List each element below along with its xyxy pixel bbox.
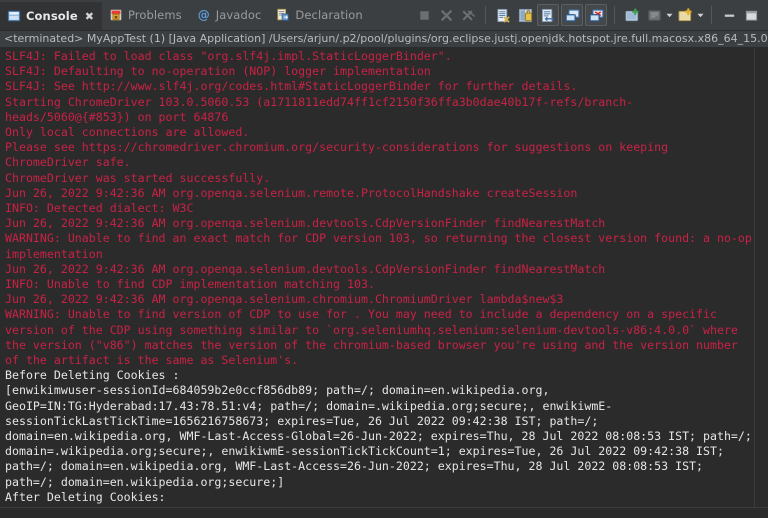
console-line-err: Only local connections are allowed. [5, 125, 250, 140]
remove-all-launches-icon [461, 8, 476, 23]
eclipse-console-view: Console ✖ Problems @ Javadoc Declaration <ter… [0, 0, 768, 518]
toolbar-group [715, 5, 765, 25]
tab-label: Javadoc [215, 8, 262, 22]
scroll-lock-icon [518, 8, 533, 23]
console-line-out: Before Deleting Cookies : [5, 368, 180, 383]
toolbar-separator [711, 6, 712, 24]
open-console-button[interactable] [675, 5, 695, 25]
remove-all-launches-button[interactable] [458, 5, 478, 25]
toolbar-separator [485, 6, 486, 24]
console-line-err: Jun 26, 2022 9:42:36 AM org.openqa.selen… [5, 261, 606, 276]
show-console-stdout-icon [564, 8, 580, 23]
show-console-stderr-icon [588, 8, 604, 23]
console-line-err: ChromeDriver was started successfully. [5, 170, 271, 185]
console-line-err: INFO: Unable to find CDP implementation … [5, 277, 375, 292]
console-line-out: [] [5, 505, 754, 507]
word-wrap-icon [541, 8, 556, 23]
console-icon [7, 9, 21, 23]
console-line-err: Jun 26, 2022 9:42:36 AM org.openqa.selen… [5, 185, 578, 200]
console-line-err: Jun 26, 2022 9:42:36 AM org.openqa.selen… [5, 216, 606, 231]
show-console-out-button[interactable] [561, 4, 583, 26]
console-line-out: [enwikimwuser-sessionId=684059b2e0ccf856… [5, 383, 752, 489]
tab-declaration[interactable]: Declaration [269, 0, 370, 30]
console-vertical-scrollbar[interactable] [754, 48, 768, 507]
toolbar-group [489, 4, 611, 26]
toolbar-separator [614, 6, 615, 24]
problems-icon [109, 8, 123, 22]
console-toolbar [410, 0, 768, 30]
chevron-down-icon[interactable] [666, 5, 673, 25]
tab-problems[interactable]: Problems [102, 0, 190, 30]
console-line-err: SLF4J: Defaulting to no-operation (NOP) … [5, 64, 431, 79]
tab-javadoc[interactable]: @ Javadoc [190, 0, 270, 30]
view-tabs: Console ✖ Problems @ Javadoc Declaration [0, 0, 371, 30]
launch-configuration-line: <terminated> MyAppTest (1) [Java Applica… [0, 31, 768, 48]
console-line-err: Please see https://chromedriver.chromium… [5, 140, 676, 170]
javadoc-icon: @ [197, 8, 210, 22]
remove-launch-button[interactable] [436, 5, 456, 25]
tab-console[interactable]: Console ✖ [0, 0, 102, 30]
terminate-stop-icon [417, 8, 432, 23]
console-line-err: SLF4J: See http://www.slf4j.org/codes.ht… [5, 79, 578, 94]
terminate-button[interactable] [414, 5, 434, 25]
console-line-err: WARNING: Unable to find an exact match f… [5, 231, 752, 261]
maximize-button[interactable] [741, 5, 761, 25]
clear-console-icon [496, 8, 511, 23]
chevron-down-icon[interactable] [697, 5, 704, 25]
open-console-icon [677, 7, 693, 23]
word-wrap-button[interactable] [537, 4, 559, 26]
pin-console-icon [624, 7, 640, 23]
console-line-out: After Deleting Cookies: [5, 489, 166, 504]
console-horizontal-scrollbar[interactable] [0, 507, 768, 518]
console-line-err: SLF4J: Failed to load class "org.slf4j.i… [5, 49, 452, 63]
tab-label: Declaration [295, 8, 363, 22]
console-line-err: Starting ChromeDriver 103.0.5060.53 (a17… [5, 94, 634, 124]
clear-console-button[interactable] [493, 5, 513, 25]
console-line-err: INFO: Detected dialect: W3C [5, 201, 194, 216]
remove-launch-x-icon [439, 8, 454, 23]
toolbar-group [410, 5, 482, 25]
minimize-icon [722, 8, 737, 23]
tab-label: Problems [127, 8, 182, 22]
pin-console-button[interactable] [622, 5, 642, 25]
close-icon[interactable]: ✖ [85, 11, 94, 22]
scroll-lock-button[interactable] [515, 5, 535, 25]
display-console-button[interactable] [644, 5, 664, 25]
console-text[interactable]: SLF4J: Failed to load class "org.slf4j.i… [2, 48, 754, 507]
declaration-icon [276, 8, 290, 22]
maximize-icon [744, 8, 759, 23]
minimize-button[interactable] [719, 5, 739, 25]
console-tabbar: Console ✖ Problems @ Javadoc Declaration [0, 0, 768, 31]
console-line-err: WARNING: Unable to find version of CDP t… [5, 307, 745, 368]
tab-label: Console [26, 9, 78, 23]
toolbar-group [618, 5, 708, 25]
display-selected-console-icon [647, 8, 662, 23]
console-output-area: SLF4J: Failed to load class "org.slf4j.i… [0, 48, 768, 507]
console-line-err: Jun 26, 2022 9:42:36 AM org.openqa.selen… [5, 292, 564, 307]
show-console-err-button[interactable] [585, 4, 607, 26]
